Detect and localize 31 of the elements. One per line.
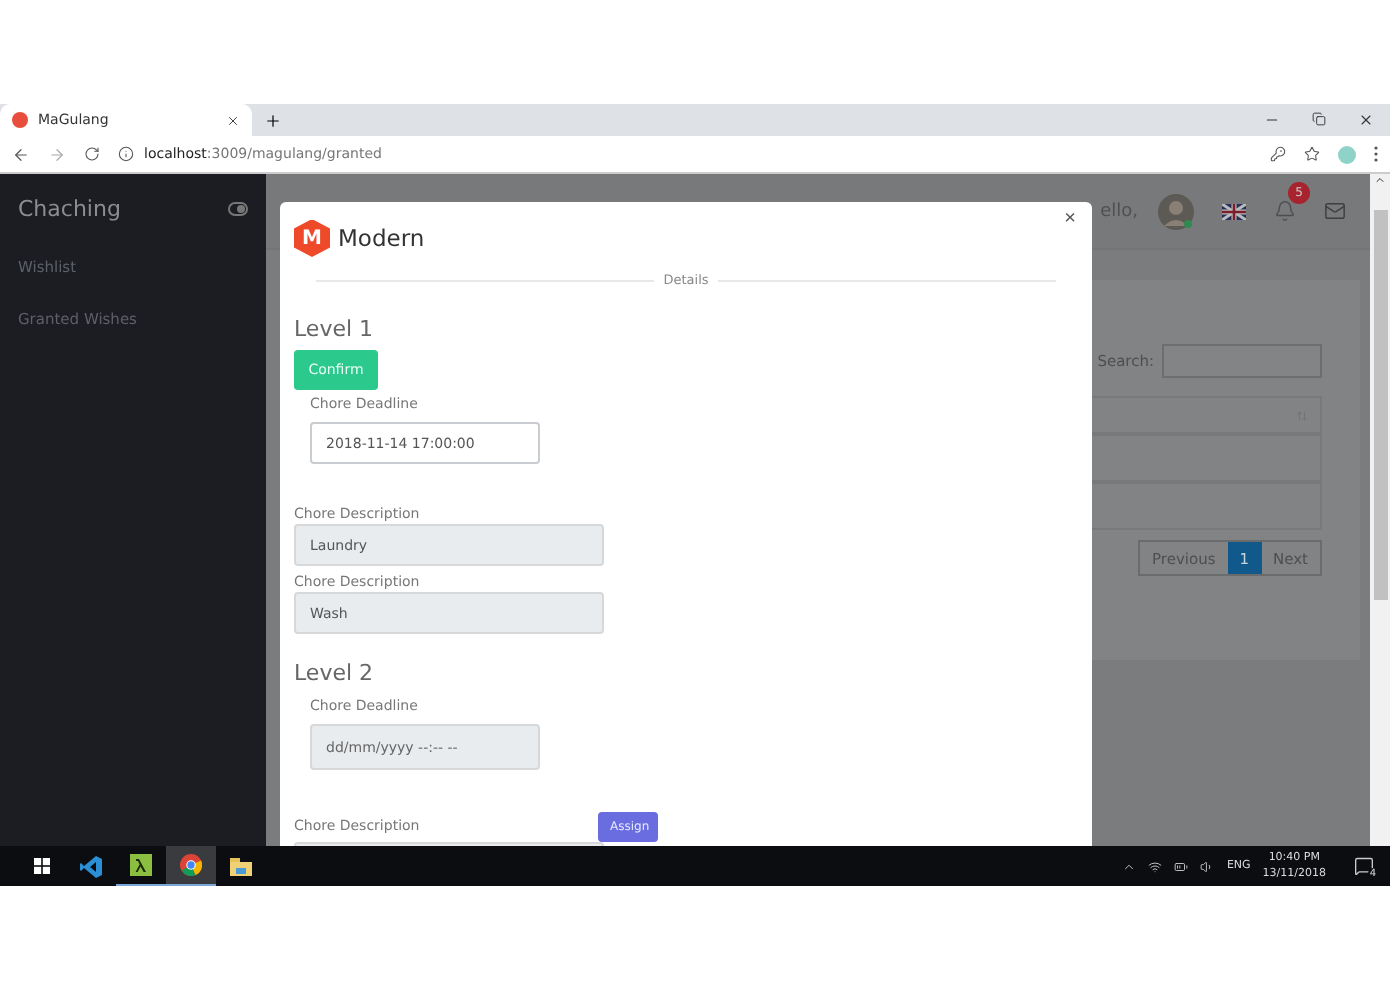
close-button[interactable]: × [1064, 208, 1076, 230]
scrollbar-thumb[interactable] [1373, 210, 1387, 600]
toggle-icon[interactable] [228, 201, 248, 215]
close-icon[interactable] [1358, 112, 1374, 128]
level-heading: Level 2 [294, 660, 376, 688]
modal-title: Modern [338, 224, 427, 252]
reload-icon[interactable] [84, 146, 100, 162]
mail-icon[interactable] [1324, 200, 1346, 222]
lambda-icon[interactable] [130, 854, 152, 876]
windows-icon[interactable] [33, 858, 49, 874]
key-icon[interactable] [1270, 146, 1286, 162]
plus-icon[interactable] [264, 112, 282, 130]
close-icon[interactable] [226, 113, 240, 127]
back-icon[interactable] [12, 145, 30, 163]
star-icon[interactable] [1304, 146, 1320, 162]
volume-icon[interactable] [1200, 859, 1215, 873]
folder-icon[interactable] [230, 857, 252, 875]
notification-icon[interactable] [1354, 856, 1374, 876]
chevron-up-icon[interactable] [1122, 859, 1137, 873]
logo-icon: M [294, 219, 330, 257]
info-icon[interactable] [118, 146, 134, 162]
network-icon[interactable] [1148, 859, 1163, 873]
scroll-up-icon[interactable] [1374, 174, 1386, 186]
code-editor-icon[interactable] [80, 855, 102, 877]
chrome-icon[interactable] [180, 854, 202, 876]
level-heading: Level 1 [294, 316, 376, 344]
restore-icon[interactable] [1312, 112, 1326, 126]
favicon-icon [12, 112, 28, 128]
brand-name: Chaching [18, 195, 121, 221]
flag-icon[interactable] [1222, 203, 1246, 219]
battery-icon[interactable] [1174, 859, 1189, 873]
